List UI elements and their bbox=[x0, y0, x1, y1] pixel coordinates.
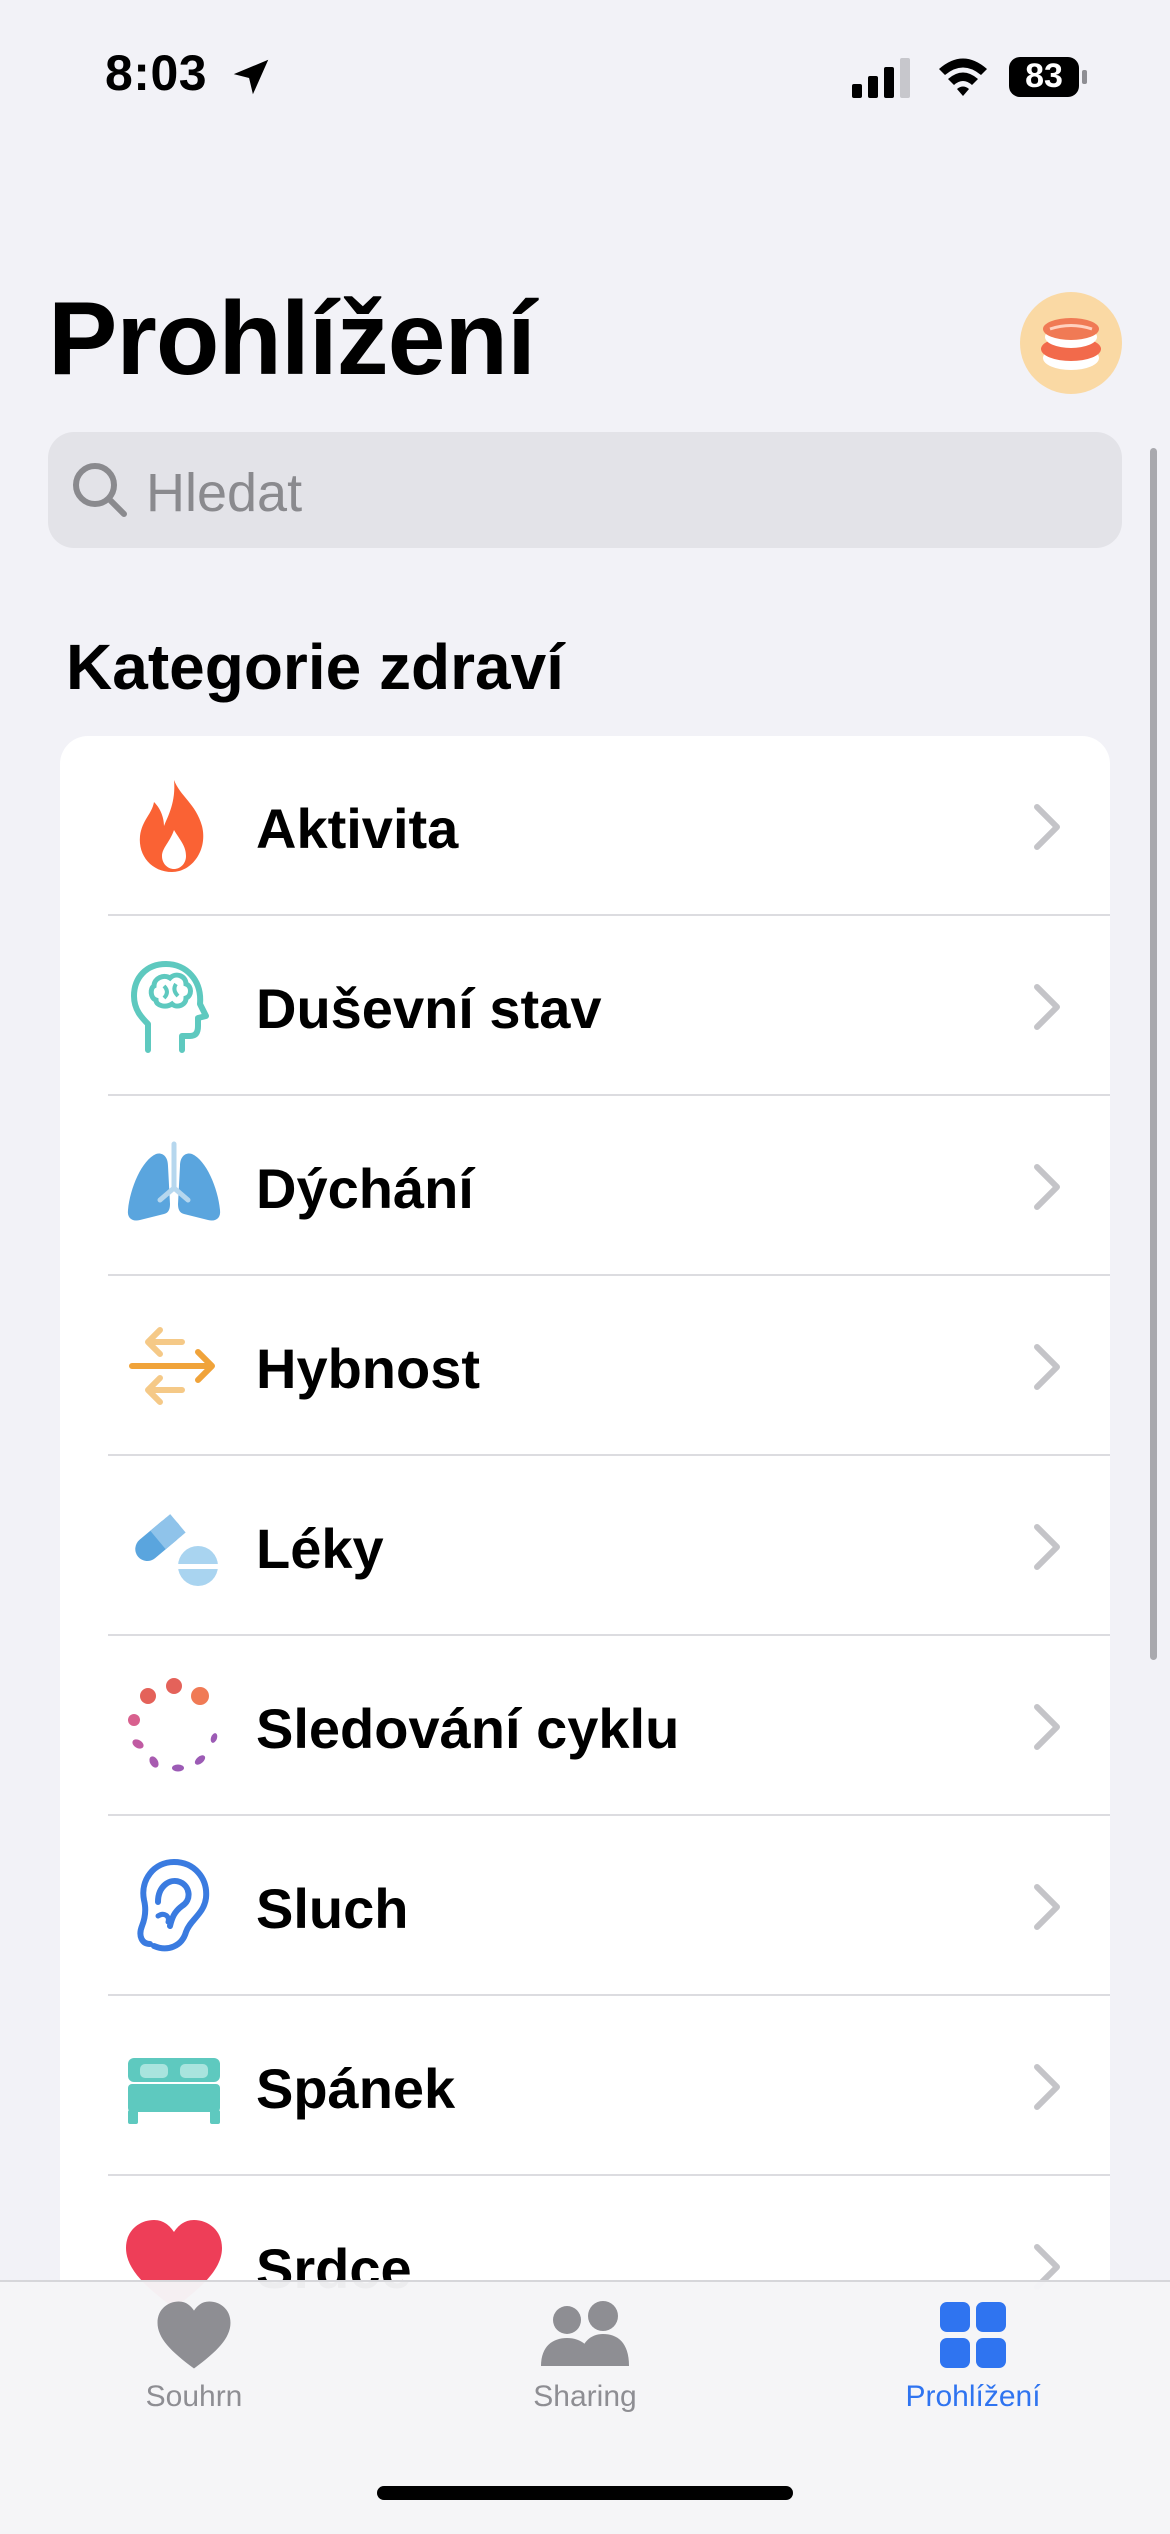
lungs-icon bbox=[127, 1141, 221, 1221]
tab-label: Prohlížení bbox=[905, 2380, 1041, 2413]
tab-bar: Souhrn Sharing Prohlížení bbox=[0, 2280, 1170, 2534]
chevron-right-icon bbox=[1034, 804, 1060, 850]
status-time: 8:03 bbox=[105, 45, 208, 101]
grid-icon bbox=[940, 2302, 1006, 2368]
category-label: Sluch bbox=[256, 1877, 409, 1940]
category-row-mobility[interactable]: Hybnost bbox=[60, 1276, 1110, 1456]
category-label: Hybnost bbox=[256, 1337, 480, 1400]
category-row-medications[interactable]: Léky bbox=[60, 1456, 1110, 1636]
category-row-cycle[interactable]: Sledování cyklu bbox=[60, 1636, 1110, 1816]
ear-icon bbox=[137, 1858, 210, 1952]
cycle-icon bbox=[128, 1678, 218, 1772]
category-row-respiration[interactable]: Dýchání bbox=[60, 1096, 1110, 1276]
category-label: Sledování cyklu bbox=[256, 1697, 680, 1760]
search-field[interactable]: Hledat bbox=[48, 432, 1122, 548]
people-icon bbox=[541, 2301, 629, 2366]
category-label: Duševní stav bbox=[256, 977, 602, 1040]
category-label: Dýchání bbox=[256, 1157, 474, 1220]
pills-icon bbox=[135, 1514, 218, 1586]
category-row-sleep[interactable]: Spánek bbox=[60, 1996, 1110, 2176]
chevron-right-icon bbox=[1034, 2064, 1060, 2110]
sushi-avatar-icon bbox=[1041, 318, 1101, 370]
flame-icon bbox=[139, 780, 204, 872]
bed-icon bbox=[128, 2058, 220, 2124]
brain-head-icon bbox=[131, 961, 209, 1053]
chevron-right-icon bbox=[1034, 1884, 1060, 1930]
tab-browse[interactable]: Prohlížení bbox=[843, 2300, 1103, 2450]
category-label: Aktivita bbox=[256, 797, 459, 860]
chevron-right-icon bbox=[1034, 1344, 1060, 1390]
heart-icon bbox=[157, 2301, 231, 2369]
wifi-icon bbox=[939, 58, 987, 96]
tab-label: Sharing bbox=[533, 2380, 637, 2413]
home-indicator[interactable] bbox=[377, 2486, 793, 2500]
arrows-icon bbox=[129, 1327, 215, 1405]
tab-label: Souhrn bbox=[145, 2380, 243, 2413]
category-row-mind[interactable]: Duševní stav bbox=[60, 916, 1110, 1096]
category-label: Spánek bbox=[256, 2057, 456, 2120]
tab-summary[interactable]: Souhrn bbox=[64, 2300, 324, 2450]
battery-level: 83 bbox=[1025, 57, 1063, 95]
tab-sharing[interactable]: Sharing bbox=[455, 2300, 715, 2450]
cellular-signal-icon bbox=[852, 58, 910, 98]
chevron-right-icon bbox=[1034, 1164, 1060, 1210]
scroll-indicator[interactable] bbox=[1150, 448, 1157, 1660]
page-title: Prohlížení bbox=[48, 281, 536, 397]
chevron-right-icon bbox=[1034, 1524, 1060, 1570]
status-bar: 8:03 83 bbox=[0, 0, 1170, 150]
location-arrow-icon bbox=[233, 59, 269, 95]
chevron-right-icon bbox=[1034, 984, 1060, 1030]
profile-avatar-button[interactable] bbox=[1020, 292, 1122, 394]
section-title: Kategorie zdraví bbox=[66, 631, 564, 703]
search-icon bbox=[73, 463, 127, 517]
health-categories-list: Aktivita Duševní stav Dýchání Hybnost Lé… bbox=[60, 736, 1110, 2336]
category-row-hearing[interactable]: Sluch bbox=[60, 1816, 1110, 1996]
chevron-right-icon bbox=[1034, 1704, 1060, 1750]
category-label: Léky bbox=[256, 1517, 384, 1580]
category-row-activity[interactable]: Aktivita bbox=[60, 736, 1110, 916]
search-placeholder: Hledat bbox=[146, 463, 303, 523]
